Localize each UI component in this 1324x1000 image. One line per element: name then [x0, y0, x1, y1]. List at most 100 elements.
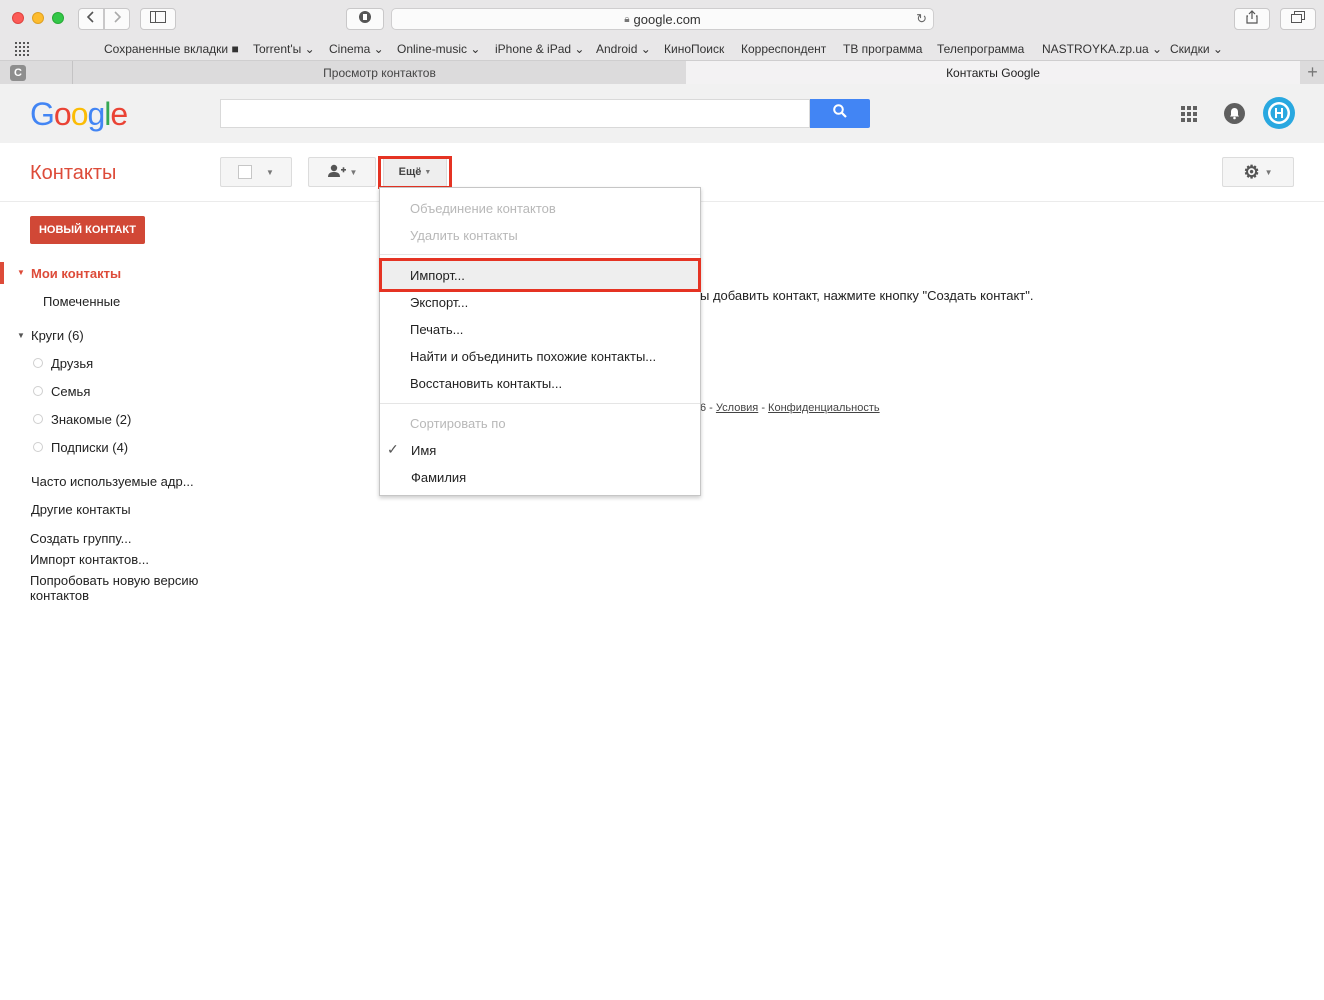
- checkbox-icon: [238, 165, 253, 179]
- sidebar-item-circles[interactable]: Круги (6): [31, 328, 84, 343]
- sidebar-item-my-contacts[interactable]: Мои контакты: [31, 266, 121, 281]
- ghost-icon: [358, 10, 372, 29]
- caret-down-icon: ▼: [266, 167, 274, 177]
- apps-icon[interactable]: [1181, 106, 1197, 127]
- bookmark-item[interactable]: ТВ программа: [843, 42, 922, 56]
- apps-grid-icon[interactable]: [15, 42, 29, 59]
- bookmark-item[interactable]: Сохраненные вкладки ■: [104, 42, 239, 56]
- circle-icon: [33, 414, 43, 424]
- create-group-link[interactable]: Создать группу...: [30, 531, 131, 546]
- sidebar-item-following[interactable]: Подписки (4): [51, 440, 128, 455]
- back-button[interactable]: [78, 8, 104, 30]
- footer: 6 - Условия - Конфиденциальность: [700, 402, 880, 414]
- tab-label: Просмотр контактов: [323, 65, 436, 80]
- share-icon: [1246, 9, 1258, 29]
- gear-icon: ⚙: [1243, 162, 1260, 182]
- bookmark-item[interactable]: КиноПоиск: [664, 42, 724, 56]
- forward-button[interactable]: [104, 8, 130, 30]
- import-highlight: [379, 258, 701, 292]
- logo-letter: G: [30, 96, 55, 132]
- tab-label: Контакты Google: [946, 65, 1040, 80]
- sidebar-icon: [150, 10, 166, 28]
- bookmark-item[interactable]: NASTROYKA.zp.ua ⌄: [1042, 42, 1162, 56]
- sidebar-item-starred[interactable]: Помеченные: [43, 294, 120, 309]
- avatar[interactable]: [1263, 97, 1295, 134]
- url-text: google.com: [633, 11, 701, 27]
- sidebar-item-friends[interactable]: Друзья: [51, 356, 93, 371]
- caret-down-icon: ▼: [1264, 167, 1273, 177]
- bookmark-item[interactable]: Корреспондент: [741, 42, 826, 56]
- circle-icon: [33, 386, 43, 396]
- empty-message: ы добавить контакт, нажмите кнопку "Созд…: [700, 288, 1034, 303]
- bookmark-item[interactable]: Cinema ⌄: [329, 42, 384, 56]
- import-contacts-link[interactable]: Импорт контактов...: [30, 552, 149, 567]
- google-logo[interactable]: Google: [30, 96, 128, 133]
- close-window-button[interactable]: [12, 12, 24, 24]
- tabs-overview-button[interactable]: [1280, 8, 1316, 30]
- bookmarks-bar: Сохраненные вкладки ■ Torrent'ы ⌄ Cinema…: [0, 38, 1324, 61]
- menu-item-restore[interactable]: Восстановить контакты...: [410, 376, 562, 391]
- triangle-down-icon[interactable]: ▼: [17, 268, 25, 277]
- circle-icon: [33, 442, 43, 452]
- plus-icon: +: [1307, 62, 1318, 82]
- menu-sort-header: Сортировать по: [410, 416, 506, 431]
- try-new-line-2: контактов: [30, 588, 90, 603]
- search-button[interactable]: [810, 99, 870, 128]
- tab-google-contacts[interactable]: Контакты Google: [686, 61, 1300, 84]
- menu-item-print[interactable]: Печать...: [410, 322, 463, 337]
- menu-item-find-merge[interactable]: Найти и объединить похожие контакты...: [410, 349, 656, 364]
- sidebar-toggle-button[interactable]: [140, 8, 176, 30]
- pinned-tab[interactable]: C: [8, 61, 28, 84]
- triangle-down-icon[interactable]: ▼: [17, 331, 25, 340]
- logo-letter: g: [87, 96, 105, 132]
- lock-icon: 🔒︎: [624, 13, 630, 25]
- terms-link[interactable]: Условия: [716, 402, 758, 414]
- select-checkbox-dropdown[interactable]: ▼: [220, 157, 292, 187]
- footer-separator: -: [758, 402, 769, 414]
- ghostery-button[interactable]: [346, 8, 384, 30]
- try-new-line-1: Попробовать новую версию: [30, 573, 199, 588]
- search-input[interactable]: [220, 99, 810, 128]
- try-new-version-link[interactable]: Попробовать новую версию контактов: [30, 573, 198, 603]
- bookmark-item[interactable]: Online-music ⌄: [397, 42, 480, 56]
- menu-item-export[interactable]: Экспорт...: [410, 295, 468, 310]
- chevron-left-icon: [86, 10, 96, 28]
- bookmark-item[interactable]: Torrent'ы ⌄: [253, 42, 315, 56]
- menu-item-sort-name[interactable]: Имя: [411, 443, 436, 458]
- active-indicator: [0, 262, 4, 284]
- circle-icon: [33, 358, 43, 368]
- tabs-icon: [1291, 10, 1305, 28]
- sidebar-item-frequent[interactable]: Часто используемые адр...: [31, 474, 194, 489]
- sidebar-item-acquaintances[interactable]: Знакомые (2): [51, 412, 131, 427]
- new-tab-button[interactable]: +: [1301, 61, 1324, 84]
- bookmark-item[interactable]: Скидки ⌄: [1170, 42, 1223, 56]
- menu-separator: [380, 254, 700, 255]
- new-contact-button[interactable]: НОВЫЙ КОНТАКТ: [30, 216, 145, 244]
- minimize-window-button[interactable]: [32, 12, 44, 24]
- address-bar[interactable]: 🔒︎ google.com ↻: [391, 8, 934, 30]
- bookmark-item[interactable]: Android ⌄: [596, 42, 651, 56]
- sidebar-item-family[interactable]: Семья: [51, 384, 90, 399]
- notifications-bell-icon[interactable]: [1224, 103, 1245, 129]
- zoom-window-button[interactable]: [52, 12, 64, 24]
- add-to-circles-button[interactable]: ▼: [308, 157, 376, 187]
- page-title[interactable]: Контакты: [30, 162, 116, 185]
- reload-icon[interactable]: ↻: [916, 11, 927, 27]
- chevron-right-icon: [112, 10, 122, 28]
- sidebar-item-other[interactable]: Другие контакты: [31, 502, 131, 517]
- footer-text: 6 -: [700, 402, 716, 414]
- more-button-highlight: [378, 156, 452, 189]
- bookmark-item[interactable]: iPhone & iPad ⌄: [495, 42, 584, 56]
- menu-item-sort-surname[interactable]: Фамилия: [411, 470, 466, 485]
- tab-bar: C Просмотр контактов Контакты Google +: [0, 61, 1324, 85]
- logo-letter: o: [53, 96, 72, 132]
- menu-separator: [380, 403, 700, 404]
- menu-item-merge: Объединение контактов: [410, 201, 556, 216]
- tab-view-contact[interactable]: Просмотр контактов: [72, 61, 687, 84]
- bookmark-item[interactable]: Телепрограмма: [937, 42, 1024, 56]
- privacy-link[interactable]: Конфиденциальность: [768, 402, 880, 414]
- share-button[interactable]: [1234, 8, 1270, 30]
- add-person-icon: [327, 164, 347, 181]
- settings-button[interactable]: ⚙ ▼: [1222, 157, 1294, 187]
- caret-down-icon: ▼: [349, 167, 358, 177]
